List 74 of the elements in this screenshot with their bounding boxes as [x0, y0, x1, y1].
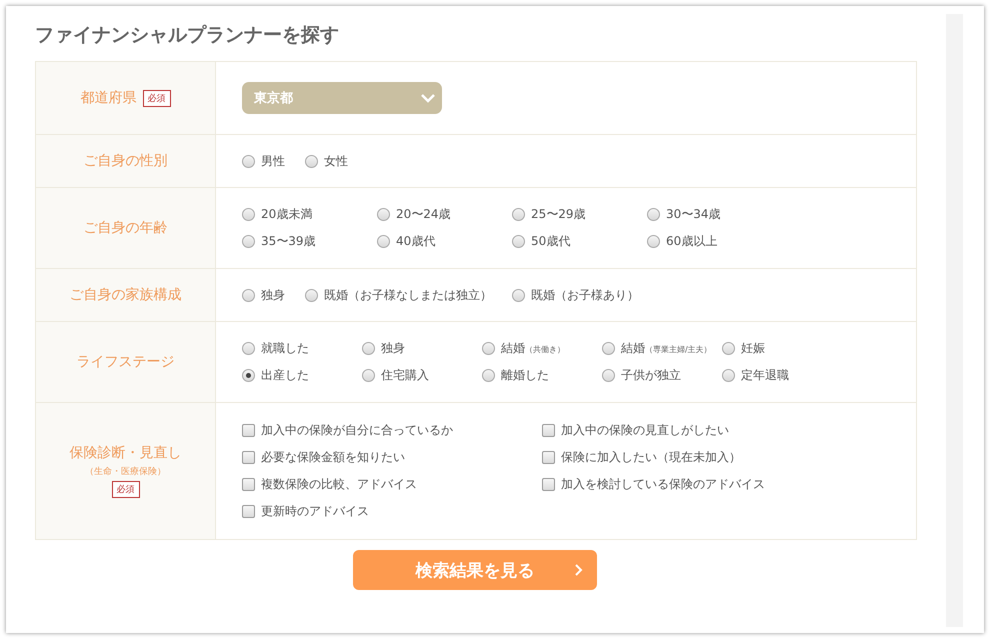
option-label: 結婚（共働き）: [501, 340, 565, 357]
checkbox[interactable]: [542, 424, 555, 437]
field-label: ご自身の家族構成: [70, 286, 182, 304]
required-badge: 必須: [142, 90, 170, 106]
option-label: 保険に加入したい（現在未加入）: [561, 449, 741, 466]
option-label: 住宅購入: [381, 367, 429, 384]
radio-button[interactable]: [242, 342, 255, 355]
radio-button[interactable]: [512, 288, 525, 302]
search-results-button[interactable]: 検索結果を見る: [353, 550, 597, 590]
chevron-right-icon: [574, 563, 583, 577]
field-label: 保険診断・見直し: [70, 444, 182, 462]
radio-button[interactable]: [722, 369, 735, 382]
option-label: 加入中の保険が自分に合っているか: [261, 422, 453, 439]
radio-button[interactable]: [512, 208, 525, 221]
checkbox[interactable]: [542, 451, 555, 464]
radio-button[interactable]: [647, 208, 660, 221]
checkbox[interactable]: [542, 478, 555, 491]
field-label: ライフステージ: [76, 353, 174, 371]
option-label: 20歳未満: [261, 206, 312, 223]
option-label: 25〜29歳: [531, 206, 586, 223]
radio-button[interactable]: [482, 342, 495, 355]
radio-button[interactable]: [305, 154, 318, 168]
radio-button[interactable]: [722, 342, 735, 355]
option-label: 定年退職: [741, 367, 789, 384]
option-label: 既婚（お子様なしまたは独立）: [324, 286, 492, 304]
option-label: 結婚（専業主婦/主夫）: [621, 340, 712, 357]
radio-button[interactable]: [377, 235, 390, 248]
radio-button[interactable]: [602, 369, 615, 382]
option-label: 加入中の保険の見直しがしたい: [561, 422, 729, 439]
radio-button[interactable]: [512, 235, 525, 248]
option-label: 必要な保険金額を知りたい: [261, 449, 405, 466]
option-label: 60歳以上: [666, 233, 718, 250]
radio-button[interactable]: [482, 369, 495, 382]
radio-button[interactable]: [242, 208, 255, 221]
option-label: 既婚（お子様あり）: [531, 286, 639, 304]
option-label: 加入を検討している保険のアドバイス: [561, 476, 765, 493]
radio-button[interactable]: [602, 342, 615, 355]
prefecture-select[interactable]: 東京都: [242, 82, 442, 114]
radio-button[interactable]: [362, 369, 375, 382]
field-label: ご自身の年齢: [84, 219, 168, 237]
page-title: ファイナンシャルプランナーを探す: [35, 23, 340, 48]
required-badge: 必須: [112, 481, 140, 498]
checkbox[interactable]: [242, 451, 255, 464]
option-label: 出産した: [261, 367, 309, 384]
checkbox[interactable]: [242, 478, 255, 491]
option-label: 30〜34歳: [666, 206, 721, 223]
option-label: 独身: [381, 340, 405, 357]
option-label: 独身: [261, 286, 285, 304]
field-sublabel: （生命・医療保険）: [85, 466, 166, 478]
option-label: 離婚した: [501, 367, 549, 384]
option-label: 女性: [324, 152, 348, 170]
option-label: 子供が独立: [621, 367, 681, 384]
option-label: 40歳代: [396, 233, 436, 250]
radio-button[interactable]: [647, 235, 660, 248]
radio-button[interactable]: [242, 154, 255, 168]
option-label: 就職した: [261, 340, 309, 357]
radio-button[interactable]: [242, 288, 255, 302]
option-label: 50歳代: [531, 233, 570, 250]
radio-button[interactable]: [242, 369, 255, 382]
option-label: 更新時のアドバイス: [261, 503, 369, 520]
chevron-down-icon: [420, 93, 436, 103]
field-label: ご自身の性別: [84, 152, 168, 170]
radio-button[interactable]: [305, 288, 318, 302]
radio-button[interactable]: [242, 235, 255, 248]
checkbox[interactable]: [242, 505, 255, 518]
option-label: 35〜39歳: [261, 233, 316, 250]
option-label: 複数保険の比較、アドバイス: [261, 476, 417, 493]
option-label: 男性: [261, 152, 285, 170]
field-label: 都道府県: [80, 89, 136, 107]
radio-button[interactable]: [377, 208, 390, 221]
checkbox[interactable]: [242, 424, 255, 437]
option-label: 妊娠: [741, 340, 765, 357]
radio-button[interactable]: [362, 342, 375, 355]
option-label: 20〜24歳: [396, 206, 451, 223]
